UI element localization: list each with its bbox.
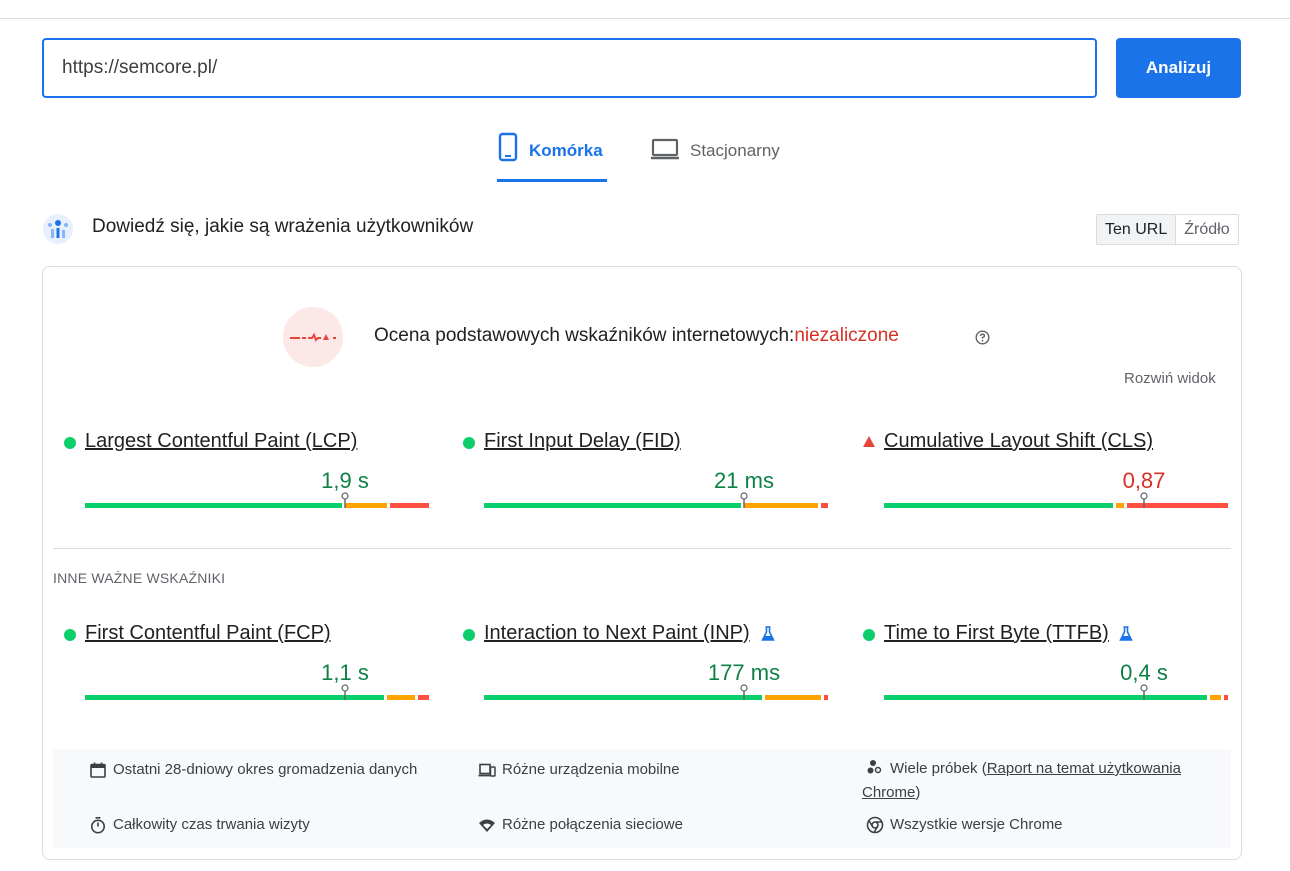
percentile-marker	[739, 684, 749, 700]
metric-value: 177 ms	[707, 660, 781, 685]
distribution-bar	[884, 503, 1231, 508]
metric-name[interactable]: Cumulative Layout Shift (CLS)	[884, 430, 1153, 453]
info-samples-prefix: Wiele próbek (	[890, 760, 987, 777]
metric-name[interactable]: Largest Contentful Paint (LCP)	[85, 430, 357, 453]
metric-name[interactable]: First Contentful Paint (FCP)	[85, 622, 331, 645]
network-signal-icon	[479, 819, 495, 832]
percentile-marker	[1139, 684, 1149, 700]
percentile-marker	[340, 492, 350, 508]
metric-ttfb: Time to First Byte (TTFB) 0,4 s	[863, 622, 1228, 712]
assessment-failed-icon	[283, 307, 343, 367]
metric-name[interactable]: Interaction to Next Paint (INP)	[484, 622, 750, 645]
status-good-icon	[64, 629, 76, 641]
info-samples: Wiele próbek (Raport na temat użytkowani…	[862, 757, 1207, 805]
metric-name[interactable]: First Input Delay (FID)	[484, 430, 681, 453]
calendar-icon	[90, 762, 106, 778]
distribution-bar	[484, 503, 831, 508]
metric-inp: Interaction to Next Paint (INP) 177 ms	[463, 622, 828, 712]
good-segment	[484, 503, 742, 508]
good-segment	[85, 695, 384, 700]
help-icon[interactable]	[975, 330, 990, 350]
info-period: Ostatni 28-dniowy okres gromadzenia dany…	[89, 761, 417, 779]
top-divider	[0, 18, 1290, 19]
timer-icon	[91, 816, 105, 834]
status-good-icon	[463, 437, 475, 449]
poor-segment	[824, 695, 828, 700]
poor-segment	[390, 503, 429, 508]
distribution-bar	[85, 503, 432, 508]
metric-value: 21 ms	[714, 468, 774, 493]
info-period-text: Ostatni 28-dniowy okres gromadzenia dany…	[113, 761, 418, 778]
assessment-status: niezaliczone	[794, 325, 899, 346]
poor-segment	[418, 695, 429, 700]
experimental-flask-icon	[761, 626, 775, 647]
metric-value: 1,1 s	[321, 660, 369, 685]
metric-name[interactable]: Time to First Byte (TTFB)	[884, 622, 1109, 645]
tab-mobile-label: Komórka	[529, 141, 603, 160]
good-segment	[484, 695, 763, 700]
toggle-origin[interactable]: Źródło	[1176, 215, 1238, 244]
smartphone-icon	[497, 132, 519, 167]
status-good-icon	[463, 629, 475, 641]
average-segment	[386, 695, 416, 700]
average-segment	[345, 503, 388, 508]
metric-fcp: First Contentful Paint (FCP) 1,1 s	[64, 622, 429, 712]
percentile-marker	[739, 492, 749, 508]
crux-icon	[42, 213, 74, 250]
good-segment	[884, 503, 1114, 508]
tab-active-indicator	[497, 179, 607, 182]
experimental-flask-icon	[1119, 626, 1133, 647]
metric-lcp: Largest Contentful Paint (LCP) 1,9 s	[64, 430, 429, 520]
expand-view-link[interactable]: Rozwiń widok	[1124, 370, 1216, 387]
samples-icon	[867, 760, 882, 774]
metric-value: 1,9 s	[321, 468, 369, 493]
distribution-bar	[884, 695, 1231, 700]
metric-value: 0,87	[1122, 468, 1166, 493]
distribution-bar	[484, 695, 831, 700]
section-title: Dowiedź się, jakie są wrażenia użytkowni…	[92, 216, 474, 237]
info-devices: Różne urządzenia mobilne	[478, 761, 680, 779]
info-network-text: Różne połączenia sieciowe	[502, 816, 683, 833]
average-segment	[1116, 503, 1124, 508]
assessment-heading: Ocena podstawowych wskaźników internetow…	[374, 325, 899, 347]
status-good-icon	[863, 629, 875, 641]
metric-cls: Cumulative Layout Shift (CLS) 0,87	[863, 430, 1228, 520]
info-devices-text: Różne urządzenia mobilne	[502, 761, 680, 778]
url-input[interactable]	[42, 38, 1097, 98]
metric-fid: First Input Delay (FID) 21 ms	[463, 430, 828, 520]
info-duration: Całkowity czas trwania wizyty	[89, 816, 310, 834]
other-metrics-title: INNE WAŻNE WSKAŹNIKI	[53, 570, 226, 586]
poor-segment	[820, 503, 828, 508]
poor-segment	[1224, 695, 1228, 700]
laptop-icon	[650, 132, 680, 167]
assessment-label: Ocena podstawowych wskaźników internetow…	[374, 325, 795, 346]
tab-desktop-label: Stacjonarny	[690, 141, 780, 160]
info-network: Różne połączenia sieciowe	[478, 816, 683, 834]
devices-icon	[478, 763, 496, 777]
section-divider	[53, 548, 1231, 549]
url-origin-toggle[interactable]: Ten URL Źródło	[1096, 214, 1239, 245]
metric-value: 0,4 s	[1120, 660, 1168, 685]
average-segment	[744, 503, 818, 508]
status-good-icon	[64, 437, 76, 449]
percentile-marker	[340, 684, 350, 700]
info-versions: Wszystkie wersje Chrome	[866, 816, 1063, 834]
analyze-button[interactable]: Analizuj	[1116, 38, 1241, 98]
info-versions-text: Wszystkie wersje Chrome	[890, 816, 1063, 833]
tab-mobile[interactable]: Komórka	[497, 132, 607, 182]
info-samples-suffix: )	[915, 784, 921, 801]
average-segment	[765, 695, 822, 700]
status-poor-icon	[863, 436, 875, 447]
percentile-marker	[1139, 492, 1149, 508]
good-segment	[884, 695, 1208, 700]
chrome-icon	[866, 816, 884, 834]
good-segment	[85, 503, 343, 508]
distribution-bar	[85, 695, 432, 700]
tab-desktop[interactable]: Stacjonarny	[650, 132, 780, 182]
toggle-this-url[interactable]: Ten URL	[1097, 215, 1177, 244]
average-segment	[1210, 695, 1222, 700]
info-duration-text: Całkowity czas trwania wizyty	[113, 816, 310, 833]
